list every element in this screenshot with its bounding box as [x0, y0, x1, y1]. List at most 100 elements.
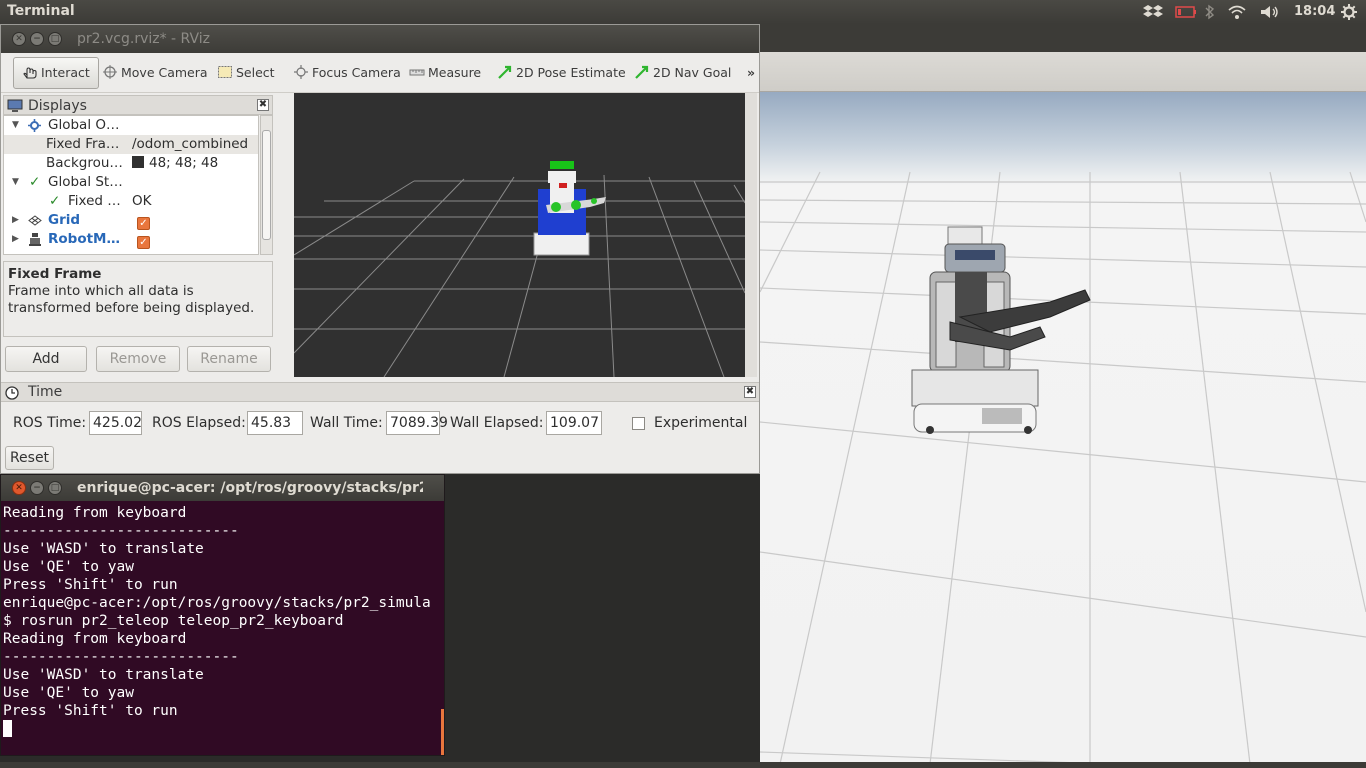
- terminal-scrollbar[interactable]: [441, 709, 444, 755]
- monitor-icon: [7, 99, 23, 112]
- tree-label: Global St…: [48, 174, 123, 190]
- rviz-window-title: pr2.vcg.rviz* - RViz: [77, 31, 211, 47]
- terminal-line: Use 'WASD' to translate: [3, 541, 204, 557]
- terminal-line: Reading from keyboard: [3, 505, 187, 521]
- gazebo-3d-view[interactable]: [760, 92, 1366, 764]
- terminal-line: Press 'Shift' to run: [3, 577, 178, 593]
- ros-elapsed-field[interactable]: 45.83: [247, 411, 303, 435]
- select-icon: [218, 66, 232, 78]
- expand-arrow-icon[interactable]: ▼: [12, 173, 19, 192]
- tree-label: Backgrou…: [46, 155, 123, 171]
- terminal-line: ---------------------------: [3, 523, 239, 539]
- move-camera-tool-button[interactable]: Move Camera: [102, 58, 208, 88]
- maximize-icon[interactable]: □: [48, 32, 62, 46]
- collapse-arrow-icon[interactable]: ▶: [12, 230, 19, 249]
- measure-tool-button[interactable]: Measure: [409, 58, 481, 88]
- volume-icon[interactable]: [1259, 3, 1281, 21]
- terminal-title: enrique@pc-acer: /opt/ros/groovy/stacks/…: [77, 480, 423, 496]
- background-value-text: 48; 48; 48: [149, 155, 219, 171]
- checkbox-mark: ✓: [137, 236, 150, 249]
- nav-goal-label: 2D Nav Goal: [653, 65, 732, 80]
- terminal-line: Reading from keyboard: [3, 631, 187, 647]
- rviz-3d-view[interactable]: [294, 93, 745, 377]
- tree-row-fixed-status[interactable]: ✓ Fixed … OK: [4, 192, 258, 211]
- tree-row-robot-model[interactable]: ▶ RobotM… ✓: [4, 230, 258, 249]
- description-text: Frame into which all data is transformed…: [8, 283, 255, 316]
- scroll-thumb[interactable]: [262, 130, 271, 240]
- terminal-line: ---------------------------: [3, 649, 239, 665]
- toolbar-overflow-button[interactable]: »: [747, 58, 755, 88]
- measure-label: Measure: [428, 65, 482, 80]
- maximize-icon[interactable]: □: [48, 481, 62, 495]
- tree-row-grid[interactable]: ▶ Grid ✓: [4, 211, 258, 230]
- pose-estimate-tool-button[interactable]: 2D Pose Estimate: [497, 58, 626, 88]
- tree-label: Fixed Fra…: [46, 136, 120, 152]
- reset-button[interactable]: Reset: [5, 446, 54, 470]
- displays-scrollbar[interactable]: [260, 115, 273, 255]
- displays-tree: ▼ Global O… Fixed Fra… /odom_combined Ba…: [3, 115, 259, 255]
- tree-row-global-options[interactable]: ▼ Global O…: [4, 116, 258, 135]
- pr2-robot-model: [911, 226, 1091, 434]
- active-app-title: Terminal: [7, 3, 75, 19]
- close-icon[interactable]: ✖: [744, 386, 756, 398]
- green-arrow-icon: [635, 65, 649, 79]
- gazebo-statusbar: [0, 762, 1366, 768]
- tree-row-fixed-frame[interactable]: Fixed Fra… /odom_combined: [4, 135, 258, 154]
- robot-icon: [29, 233, 41, 246]
- minimize-icon[interactable]: −: [30, 32, 44, 46]
- view-side-handle[interactable]: [745, 93, 757, 377]
- gear-icon: [28, 119, 41, 132]
- select-tool-button[interactable]: Select: [217, 58, 275, 88]
- wall-elapsed-field[interactable]: 109.07: [546, 411, 602, 435]
- property-description: Fixed Frame Frame into which all data is…: [3, 261, 273, 337]
- grid-enabled-checkbox[interactable]: ✓: [137, 211, 150, 230]
- robot-model-enabled-checkbox[interactable]: ✓: [137, 230, 150, 249]
- checkmark-icon: ✓: [29, 174, 41, 190]
- ros-time-label: ROS Time:: [13, 415, 87, 431]
- fixed-frame-value[interactable]: /odom_combined: [132, 135, 248, 154]
- add-button[interactable]: Add: [5, 346, 87, 372]
- background-color-value[interactable]: 48; 48; 48: [132, 154, 218, 173]
- minimize-icon[interactable]: −: [30, 481, 44, 495]
- time-header: Time ✖: [1, 382, 759, 402]
- clock[interactable]: 18:04: [1294, 3, 1335, 21]
- text-cursor: [3, 720, 12, 737]
- ros-elapsed-label: ROS Elapsed:: [152, 415, 246, 431]
- dropbox-icon[interactable]: [1143, 3, 1163, 21]
- terminal-line: Press 'Shift' to run: [3, 703, 178, 719]
- focus-camera-tool-button[interactable]: Focus Camera: [293, 58, 401, 88]
- close-icon[interactable]: ✖: [257, 99, 269, 111]
- terminal-window: ✕ − □ enrique@pc-acer: /opt/ros/groovy/s…: [0, 474, 445, 756]
- wall-time-field[interactable]: 7089.39: [386, 411, 448, 435]
- expand-arrow-icon[interactable]: ▼: [12, 116, 19, 135]
- terminal-titlebar[interactable]: ✕ − □ enrique@pc-acer: /opt/ros/groovy/s…: [1, 475, 444, 501]
- bluetooth-icon[interactable]: [1204, 3, 1216, 21]
- close-icon[interactable]: ✕: [12, 32, 26, 46]
- focus-camera-label: Focus Camera: [312, 65, 401, 80]
- terminal-line: Use 'WASD' to translate: [3, 667, 204, 683]
- status-value: OK: [132, 193, 152, 209]
- battery-icon[interactable]: [1175, 3, 1197, 21]
- tree-row-background[interactable]: Backgrou… 48; 48; 48: [4, 154, 258, 173]
- select-label: Select: [236, 65, 275, 80]
- experimental-checkbox[interactable]: [632, 417, 645, 430]
- description-title: Fixed Frame: [8, 266, 102, 282]
- hand-icon: [23, 67, 37, 79]
- settings-gear-icon[interactable]: [1340, 3, 1358, 21]
- wall-elapsed-label: Wall Elapsed:: [450, 415, 544, 431]
- terminal-output[interactable]: Reading from keyboard -------------------…: [3, 504, 441, 754]
- rviz-titlebar[interactable]: ✕ − □ pr2.vcg.rviz* - RViz: [1, 25, 759, 53]
- wifi-icon[interactable]: [1227, 3, 1247, 21]
- rename-button[interactable]: Rename: [187, 346, 271, 372]
- nav-goal-tool-button[interactable]: 2D Nav Goal: [634, 58, 731, 88]
- top-panel: Terminal 18:04: [0, 0, 1366, 24]
- rviz-toolbar: Interact Move Camera Select Focus Camera…: [1, 53, 759, 93]
- tree-row-global-status[interactable]: ▼ ✓ Global St…: [4, 173, 258, 192]
- collapse-arrow-icon[interactable]: ▶: [12, 211, 19, 230]
- interact-tool-button[interactable]: Interact: [13, 57, 99, 89]
- pose-estimate-label: 2D Pose Estimate: [516, 65, 626, 80]
- ros-time-field[interactable]: 425.02: [89, 411, 142, 435]
- time-title: Time: [28, 384, 63, 400]
- remove-button[interactable]: Remove: [96, 346, 180, 372]
- close-icon[interactable]: ✕: [12, 481, 26, 495]
